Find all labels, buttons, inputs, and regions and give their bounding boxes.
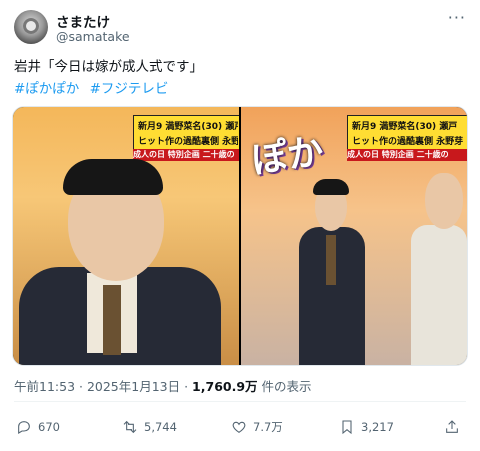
show-sign: ぽか [248,131,327,182]
tv-caption-line3: 成人の日 特別企画 二十歳の [133,149,239,161]
photo-right[interactable]: ぽか 新月9 満野菜名(30) 瀬戸 ヒット作の過酷裏側 永野芽 成人の日 特別… [241,107,467,365]
like-icon [232,421,246,433]
person2-jacket [411,225,467,365]
divider [14,401,466,402]
display-name[interactable]: さまたけ [56,11,110,31]
hashtags: #ぽかぽか #フジテレビ [14,77,174,97]
repost-button[interactable]: 5,744 [122,419,177,435]
tv-caption-line3: 成人の日 特別企画 二十歳の [347,149,467,161]
bookmark-icon [342,420,352,435]
views-label: 件の表示 [261,379,312,394]
share-icon [446,420,458,433]
hashtag-fujitv[interactable]: #フジテレビ [90,81,169,97]
person-tie [326,235,336,285]
media-grid: 新月9 満野菜名(30) 瀬戸 ヒット作の過酷裏側 永野芽 成人の日 特別企画 … [12,106,468,366]
person-tie [103,285,121,355]
user-handle[interactable]: @samatake [56,29,130,44]
more-icon[interactable]: ··· [448,8,466,27]
reply-button[interactable]: 670 [16,419,60,435]
bookmark-button[interactable]: 3,217 [339,419,394,435]
repost-icon [123,420,137,434]
person-hair [313,179,349,195]
avatar[interactable] [14,10,48,44]
repost-count: 5,744 [144,420,177,434]
tv-caption-line2: ヒット作の過酷裏側 永野芽 [352,137,464,145]
hashtag-pokapoka[interactable]: #ぽかぽか [14,81,79,97]
photo-left[interactable]: 新月9 満野菜名(30) 瀬戸 ヒット作の過酷裏側 永野芽 成人の日 特別企画 … [13,107,239,365]
tv-caption-line2: ヒット作の過酷裏側 永野芽 [138,137,238,145]
views-count: 1,760.9万 [192,379,258,394]
person-hair [63,159,163,195]
bookmark-count: 3,217 [361,420,394,434]
tweet-text: 岩井「今日は嫁が成人式です」 [14,59,203,75]
tv-caption-line1: 新月9 満野菜名(30) 瀬戸 [138,122,238,130]
share-button[interactable] [444,419,466,435]
person2-face [425,173,463,229]
like-button[interactable]: 7.7万 [231,419,283,435]
like-count: 7.7万 [253,420,283,434]
tv-caption-line1: 新月9 満野菜名(30) 瀬戸 [352,122,458,130]
reply-icon [18,421,30,434]
timestamp-row: 午前11:53 · 2025年1月13日 · 1,760.9万 件の表示 [14,376,312,395]
reply-count: 670 [38,420,60,434]
timestamp[interactable]: 午前11:53 · 2025年1月13日 · [14,379,188,394]
